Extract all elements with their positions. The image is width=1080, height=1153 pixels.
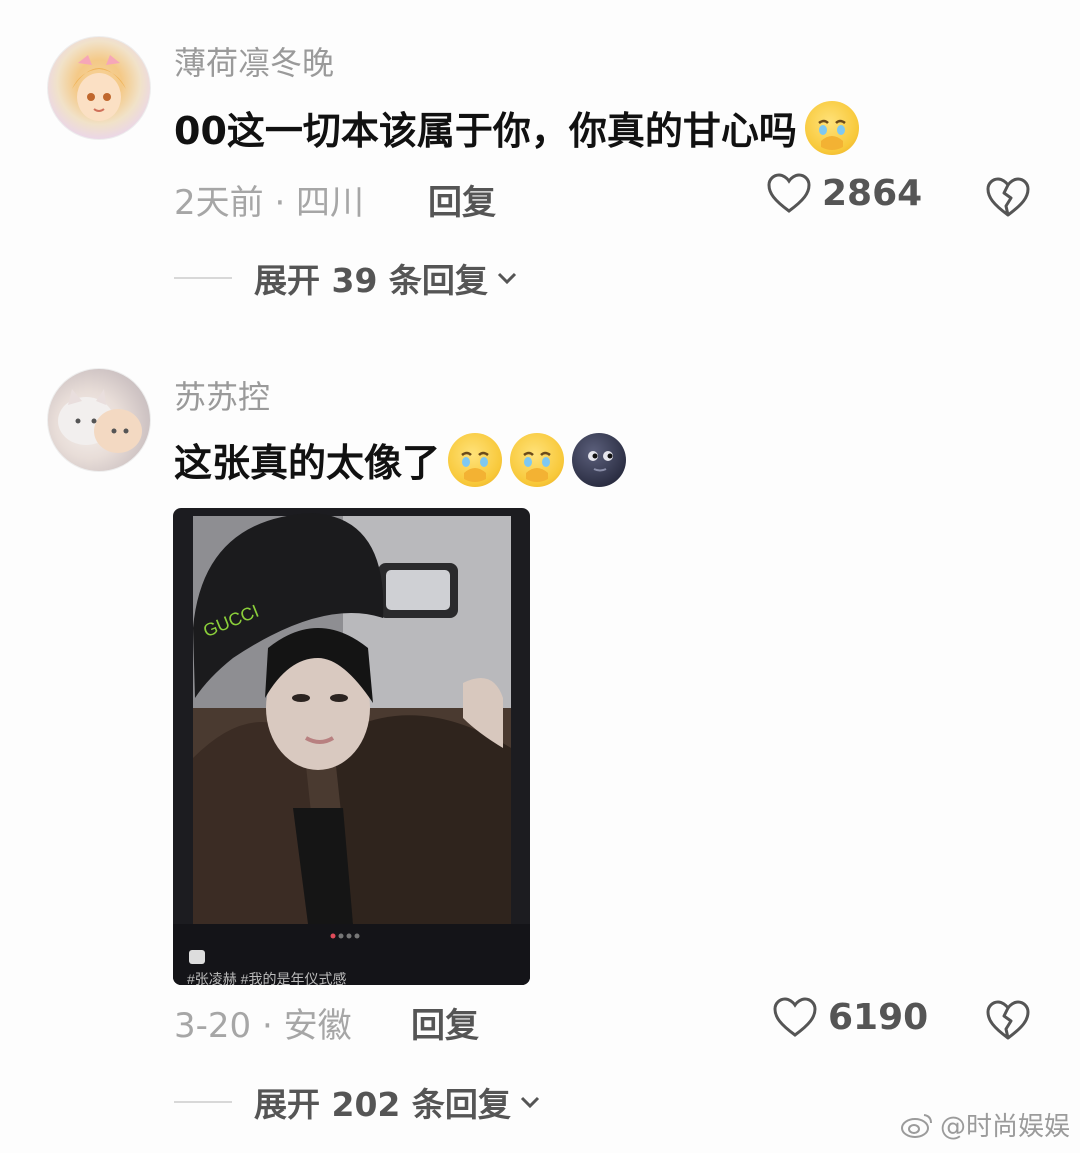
dislike-button[interactable] (985, 999, 1031, 1045)
chevron-down-icon (520, 1096, 539, 1109)
weibo-logo-icon (900, 1113, 932, 1138)
dislike-button[interactable] (985, 176, 1031, 222)
comment-body: 这张真的太像了 (174, 441, 441, 485)
username[interactable]: 苏苏控 (174, 372, 270, 418)
watermark: @时尚娱娱 (900, 1106, 1070, 1143)
holding-back-tears-emoji (448, 432, 503, 487)
user-avatar[interactable] (47, 368, 151, 472)
heart-icon (773, 997, 817, 1037)
divider (174, 1101, 232, 1103)
new-moon-face-emoji (572, 432, 627, 487)
watermark-text: @时尚娱娱 (939, 1112, 1070, 1142)
reply-button[interactable]: 回复 (411, 998, 479, 1047)
chevron-down-icon (497, 272, 516, 285)
like-button[interactable]: 2864 (766, 172, 922, 214)
broken-heart-icon (986, 1000, 1030, 1040)
holding-back-tears-emoji (804, 100, 859, 155)
comment-text: 00这一切本该属于你，你真的甘心吗 (174, 100, 859, 155)
user-avatar[interactable] (47, 36, 151, 140)
expand-label: 展开 202 条回复 (254, 1085, 511, 1124)
reply-button[interactable]: 回复 (428, 175, 496, 224)
holding-back-tears-emoji (510, 432, 565, 487)
image-caption: #张凌赫 #我的是年仪式感 (187, 971, 347, 985)
expand-replies[interactable]: 展开 39 条回复 (174, 254, 520, 302)
broken-heart-icon (986, 177, 1030, 217)
like-count: 6190 (828, 996, 929, 1038)
comment-image[interactable]: GUCCI #张凌赫 #我的是年仪式感 (173, 508, 530, 985)
expand-replies[interactable]: 展开 202 条回复 (174, 1078, 543, 1126)
time-location: 3-20 · 安徽 (174, 1006, 352, 1046)
time-location: 2天前 · 四川 (174, 183, 365, 223)
like-button[interactable]: 6190 (772, 996, 928, 1038)
comment-body: 00这一切本该属于你，你真的甘心吗 (174, 109, 797, 153)
comment-text: 这张真的太像了 (174, 432, 627, 487)
divider (174, 277, 232, 279)
heart-icon (767, 173, 811, 213)
username[interactable]: 薄荷凛冬晚 (174, 38, 334, 84)
expand-label: 展开 39 条回复 (254, 261, 488, 300)
like-count: 2864 (822, 172, 923, 214)
